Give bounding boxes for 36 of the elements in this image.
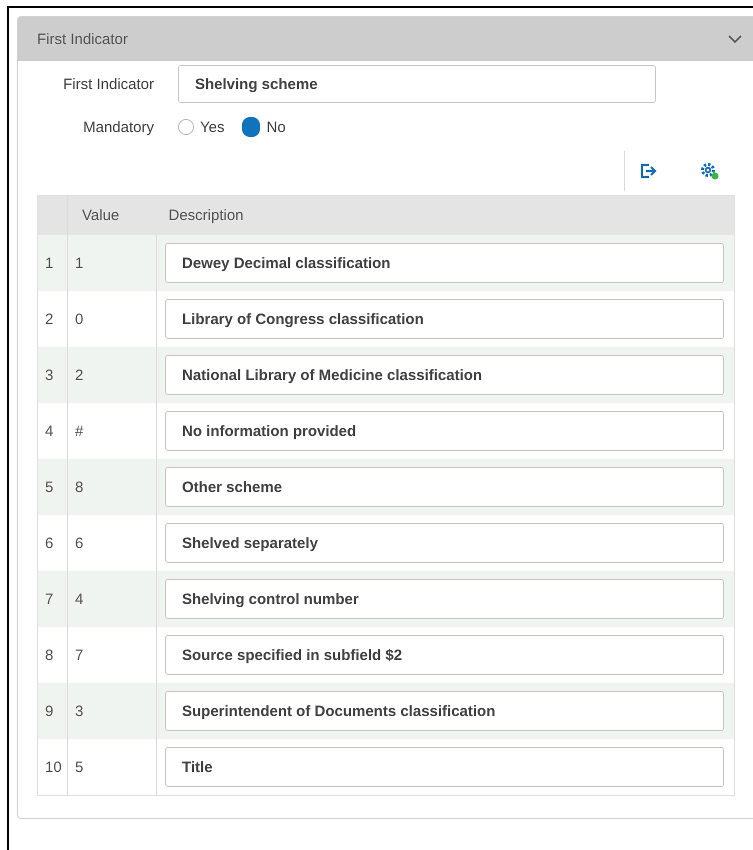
row-number: 1 [38,235,68,291]
row-number: 9 [38,683,68,739]
export-icon[interactable] [624,151,659,191]
radio-label[interactable]: Yes [200,118,224,136]
description-field[interactable]: National Library of Medicine classification [165,355,724,395]
description-field[interactable]: Library of Congress classification [165,299,724,339]
field-label: First Indicator [62,76,155,92]
description-field[interactable]: Superintendent of Documents classification [165,691,724,731]
section-header[interactable]: First Indicator [18,17,753,61]
chevron-icon[interactable] [727,34,743,44]
radio-button[interactable] [242,117,260,137]
table-cell: 2 [68,347,156,403]
description-field[interactable]: Source specified in subfield $2 [165,635,724,675]
description-field[interactable]: No information provided [165,411,724,451]
input-field[interactable]: Shelving scheme [178,65,656,103]
table-cell: 3 [68,683,156,739]
table-cell: 4 [68,571,156,627]
description-field[interactable]: Dewey Decimal classification [165,243,724,283]
row-number: 3 [38,347,68,403]
table-cell: 8 [68,459,156,515]
column-header: Value [68,196,156,235]
table-cell: 1 [68,235,156,291]
section-title: First Indicator [37,30,128,48]
table-cell: 5 [68,739,156,796]
description-field[interactable]: Shelved separately [165,523,724,563]
row-number: 5 [38,459,68,515]
description-field[interactable]: Shelving control number [165,579,724,619]
gear-icon[interactable] [699,161,721,181]
row-number: 7 [38,571,68,627]
description-field[interactable]: Title [165,747,724,787]
description-field[interactable]: Other scheme [165,467,724,507]
radio-button[interactable] [178,119,194,135]
column-header: Description [156,196,734,235]
field-label: Mandatory [82,118,155,136]
row-number: 10 [38,739,68,796]
radio-label[interactable]: No [266,118,286,136]
